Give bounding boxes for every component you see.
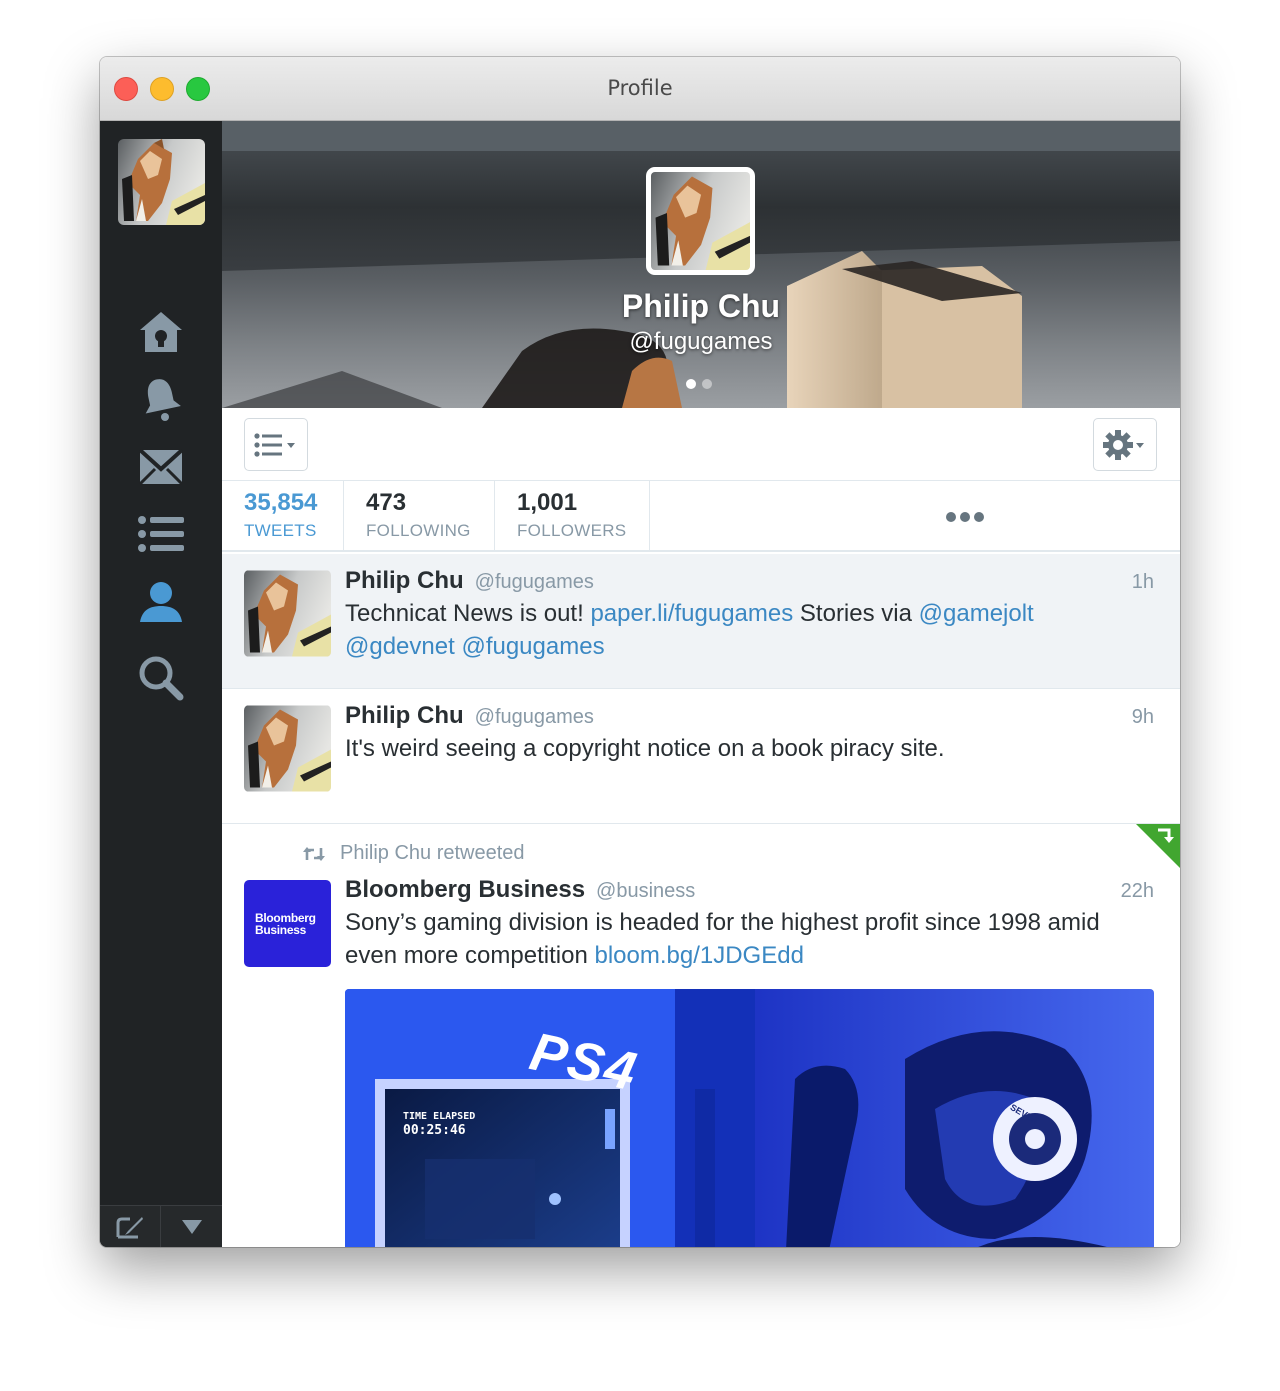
screen-timer-text: 00:25:46 (403, 1123, 466, 1138)
stat-following[interactable]: 473 FOLLOWING (344, 481, 495, 552)
stat-followers-label: FOLLOWERS (517, 521, 627, 540)
stat-tweets-value: 35,854 (244, 489, 318, 516)
nav-search[interactable] (133, 652, 189, 704)
sidebar-menu-button[interactable] (161, 1206, 222, 1247)
nav-messages[interactable] (133, 441, 189, 493)
stat-following-label: FOLLOWING (366, 521, 471, 540)
profile-banner: Philip Chu @fugugames (222, 121, 1180, 408)
profile-avatar[interactable] (646, 167, 755, 275)
stat-tweets[interactable]: 35,854 TWEETS (222, 481, 344, 552)
home-icon (140, 312, 182, 352)
tweet-link[interactable]: paper.li/fugugames (590, 600, 793, 627)
search-icon (139, 656, 184, 701)
screen-label-text: TIME ELAPSED (403, 1111, 476, 1122)
retweet-label[interactable]: Philip Chu retweeted (340, 842, 525, 865)
tweet-text: Sony’s gaming division is headed for the… (345, 906, 1156, 972)
tweet-text: It's weird seeing a copyright notice on … (345, 735, 945, 762)
settings-button[interactable] (1093, 418, 1157, 471)
nav-home[interactable] (133, 306, 189, 358)
banner-page-dot-1[interactable] (686, 379, 696, 389)
banner-page-dot-2[interactable] (702, 379, 712, 389)
tweet-header: Philip Chu @fugugames 1h (345, 567, 1154, 595)
stat-following-value: 473 (366, 489, 407, 516)
tweet-item[interactable]: Philip Chu @fugugames 9h It's weird seei… (222, 689, 1180, 824)
tweet-timestamp[interactable]: 1h (1132, 571, 1154, 594)
tweet-mention[interactable]: @gdevnet (345, 633, 455, 660)
tweet-author-handle[interactable]: @business (596, 880, 695, 903)
nav-lists[interactable] (133, 508, 189, 560)
sidebar-bottom-bar (100, 1205, 222, 1247)
title-bar: Profile (100, 57, 1180, 121)
tweet-timestamp[interactable]: 9h (1132, 706, 1154, 729)
retweet-icon (303, 846, 325, 861)
nav-profile[interactable] (133, 576, 189, 628)
stat-followers[interactable]: 1,001 FOLLOWERS (495, 481, 650, 552)
list-menu-button[interactable] (244, 418, 308, 471)
profile-column: Philip Chu @fugugames 35,854 TWEETS 473 … (222, 121, 1180, 1247)
tweet-avatar[interactable]: Bloomberg Business (244, 880, 331, 967)
profile-stats: 35,854 TWEETS 473 FOLLOWING 1,001 FOLLOW… (222, 481, 1180, 552)
tweet-header: Philip Chu @fugugames 9h (345, 702, 1154, 730)
profile-icon (140, 582, 182, 622)
profile-handle: @fugugames (629, 328, 773, 355)
stat-followers-value: 1,001 (517, 489, 578, 516)
bell-icon (145, 379, 181, 421)
logo-text: Business (255, 922, 306, 937)
more-options-button[interactable] (750, 481, 1180, 552)
compose-icon (116, 1217, 143, 1239)
tweet-mention[interactable]: @gamejolt (919, 600, 1034, 627)
tweet-text-part: Technicat News is out! (345, 600, 591, 627)
compose-button[interactable] (100, 1206, 161, 1247)
stat-tweets-label: TWEETS (244, 521, 317, 540)
profile-name: Philip Chu (621, 288, 781, 324)
tweet-item[interactable]: Philip Chu retweeted Bloomberg Business … (222, 824, 1180, 1247)
triangle-down-icon (181, 1220, 202, 1234)
retweet-corner-icon (1158, 828, 1174, 843)
retweet-context: Philip Chu retweeted (302, 842, 525, 865)
sidebar (100, 121, 222, 1247)
logo-text: Bloomberg (255, 910, 316, 925)
tweet-media-image[interactable]: PS4 TIME ELAPSED 00:25:46 SEVEN (345, 989, 1154, 1247)
envelope-icon (139, 449, 183, 485)
tweet-author-name[interactable]: Bloomberg Business (345, 876, 585, 904)
tweet-mention[interactable]: @fugugames (461, 633, 604, 660)
banner-page-indicator[interactable] (686, 379, 712, 389)
nav-notifications[interactable] (133, 373, 189, 425)
tweet-text: Technicat News is out! paper.li/fugugame… (345, 597, 1156, 663)
tweet-header: Bloomberg Business @business 22h (345, 876, 1154, 904)
more-icon (946, 511, 984, 522)
profile-toolbar (222, 408, 1180, 481)
app-window: Profile Philip Chu @fugugames 35,854 TWE… (100, 57, 1180, 1247)
list-icon (138, 516, 184, 552)
account-avatar[interactable] (118, 139, 205, 225)
tweet-link[interactable]: bloom.bg/1JDGEdd (594, 942, 803, 969)
tweet-author-name[interactable]: Philip Chu (345, 567, 464, 595)
tweet-timestamp[interactable]: 22h (1121, 880, 1154, 903)
tweet-author-name[interactable]: Philip Chu (345, 702, 464, 730)
tweet-avatar[interactable] (244, 570, 331, 657)
gear-icon (1103, 429, 1144, 460)
window-title: Profile (607, 76, 673, 100)
bloomberg-logo: Bloomberg Business (244, 880, 331, 967)
tweet-author-handle[interactable]: @fugugames (475, 706, 594, 729)
tweet-author-handle[interactable]: @fugugames (475, 571, 594, 594)
tweet-avatar[interactable] (244, 705, 331, 792)
tweet-text-part: Stories via (793, 600, 919, 627)
tweet-item[interactable]: Philip Chu @fugugames 1h Technicat News … (222, 554, 1180, 689)
tweet-timeline: Philip Chu @fugugames 1h Technicat News … (222, 554, 1180, 1247)
list-menu-icon (254, 432, 295, 457)
